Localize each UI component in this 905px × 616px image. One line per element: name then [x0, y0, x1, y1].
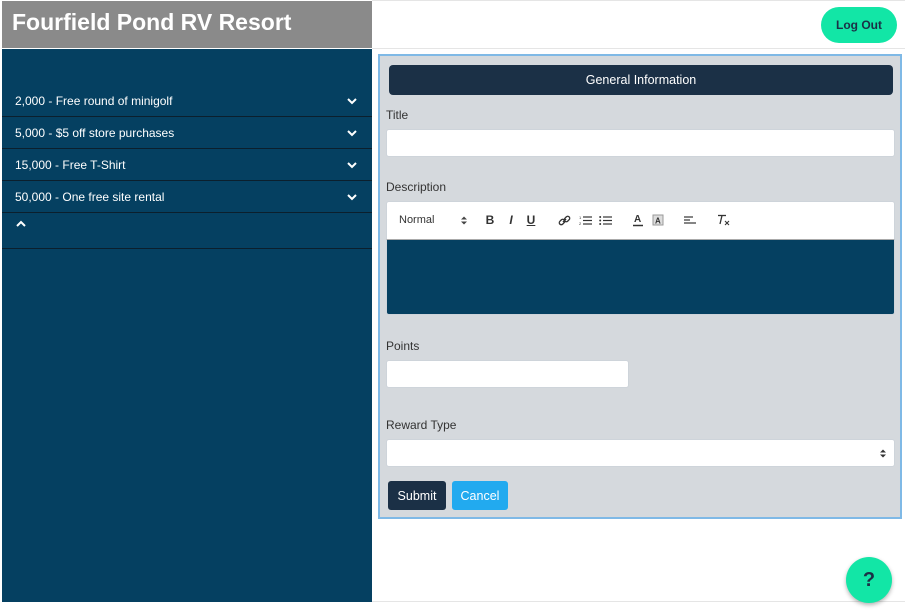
- format-select[interactable]: Normal: [399, 202, 467, 238]
- select-arrows-icon: [461, 216, 467, 224]
- reward-item[interactable]: 50,000 - One free site rental: [2, 181, 372, 213]
- title-label: Title: [386, 108, 409, 122]
- reward-type-select[interactable]: [386, 439, 895, 467]
- select-arrows-icon: [880, 449, 886, 458]
- points-input[interactable]: [386, 360, 629, 388]
- reward-list: 2,000 - Free round of minigolf 5,000 - $…: [2, 85, 372, 249]
- logout-button[interactable]: Log Out: [821, 7, 897, 43]
- app-title: Fourfield Pond RV Resort: [2, 1, 372, 48]
- reward-item[interactable]: 15,000 - Free T-Shirt: [2, 149, 372, 181]
- reward-item-label: 2,000 - Free round of minigolf: [15, 93, 173, 108]
- background-color-icon[interactable]: A: [651, 202, 665, 238]
- link-icon[interactable]: [555, 202, 573, 238]
- bullet-list-icon[interactable]: [597, 202, 613, 238]
- svg-text:1: 1: [579, 215, 582, 220]
- title-input[interactable]: [386, 129, 895, 157]
- submit-button[interactable]: Submit: [388, 481, 446, 510]
- format-select-value: Normal: [399, 214, 435, 226]
- align-icon[interactable]: [683, 202, 697, 238]
- cancel-button[interactable]: Cancel: [452, 481, 508, 510]
- reward-type-label: Reward Type: [386, 418, 457, 432]
- svg-text:A: A: [655, 217, 661, 226]
- ordered-list-icon[interactable]: 12: [577, 202, 593, 238]
- underline-icon[interactable]: U: [524, 202, 538, 238]
- chevron-down-icon[interactable]: [346, 95, 358, 107]
- svg-text:A: A: [634, 214, 641, 225]
- top-bar: Log Out: [372, 0, 905, 49]
- chevron-down-icon[interactable]: [346, 191, 358, 203]
- app-frame: Fourfield Pond RV Resort Log Out 2,000 -…: [0, 0, 905, 616]
- reward-item[interactable]: 5,000 - $5 off store purchases: [2, 117, 372, 149]
- clear-format-icon[interactable]: [716, 202, 730, 238]
- bold-icon[interactable]: B: [483, 202, 497, 238]
- divider: [372, 601, 905, 602]
- editor-toolbar: Normal B I U 12 A A: [386, 201, 895, 239]
- help-button[interactable]: ?: [846, 557, 892, 603]
- description-editor[interactable]: [386, 239, 895, 315]
- sidebar: 2,000 - Free round of minigolf 5,000 - $…: [2, 49, 372, 602]
- reward-item-label: 15,000 - Free T-Shirt: [15, 157, 126, 172]
- italic-icon[interactable]: I: [504, 202, 518, 238]
- description-label: Description: [386, 180, 447, 194]
- reward-item-label: 50,000 - One free site rental: [15, 189, 165, 204]
- reward-item[interactable]: 2,000 - Free round of minigolf: [2, 85, 372, 117]
- chevron-up-icon[interactable]: [15, 218, 27, 230]
- points-label: Points: [386, 339, 420, 353]
- text-color-icon[interactable]: A: [631, 202, 645, 238]
- collapse-row[interactable]: [2, 213, 372, 249]
- section-header: General Information: [389, 65, 893, 95]
- svg-text:2: 2: [579, 221, 582, 226]
- reward-form-panel: General Information Title Description No…: [378, 54, 902, 519]
- chevron-down-icon[interactable]: [346, 127, 358, 139]
- chevron-down-icon[interactable]: [346, 159, 358, 171]
- reward-item-label: 5,000 - $5 off store purchases: [15, 125, 175, 140]
